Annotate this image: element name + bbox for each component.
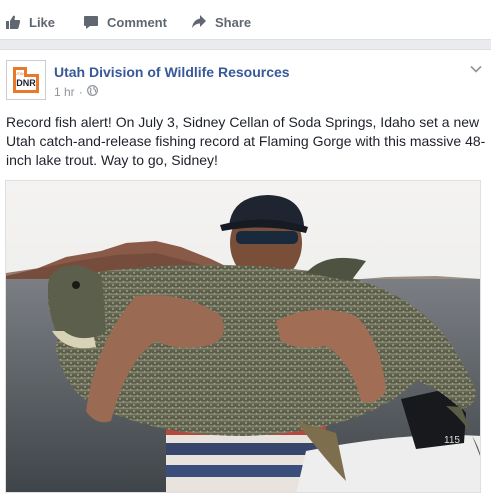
globe-icon [86, 85, 98, 99]
like-label: Like [29, 14, 56, 30]
post-timestamp[interactable]: 1 hr [54, 85, 75, 99]
post-meta: 1 hr · [54, 85, 98, 99]
logo-text: DNR [16, 78, 36, 88]
fish-photo-illustration: 115 [6, 181, 480, 492]
share-label: Share [215, 14, 252, 30]
chevron-down-icon[interactable] [469, 62, 483, 76]
comment-button[interactable]: Comment [82, 8, 167, 36]
share-button[interactable]: Share [190, 8, 251, 36]
share-arrow-icon [190, 13, 208, 31]
dnr-logo: DNR UTAH [7, 61, 45, 99]
svg-text:115: 115 [444, 435, 460, 446]
comment-bubble-icon [82, 13, 100, 31]
page-name-link[interactable]: Utah Division of Wildlife Resources [54, 64, 290, 80]
post-photo[interactable]: 115 [5, 180, 481, 493]
post-message: Record fish alert! On July 3, Sidney Cel… [6, 114, 486, 168]
previous-post-action-bar: Like Comment Share [0, 0, 491, 40]
logo-small-text: UTAH [15, 71, 26, 76]
post-actions: Like Comment Share [0, 8, 491, 36]
comment-label: Comment [107, 14, 167, 30]
post-card: DNR UTAH Utah Division of Wildlife Resou… [0, 49, 491, 500]
meta-separator: · [78, 85, 83, 99]
like-button[interactable]: Like [4, 8, 55, 36]
thumbs-up-icon [4, 13, 22, 31]
page-avatar[interactable]: DNR UTAH [6, 60, 46, 100]
